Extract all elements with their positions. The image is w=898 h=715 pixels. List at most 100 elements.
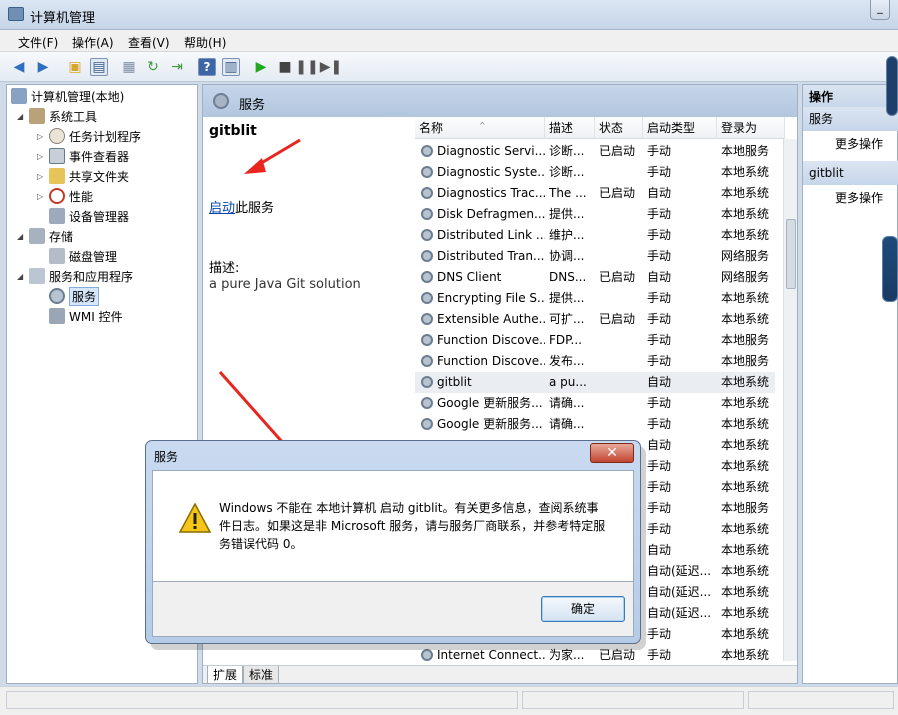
- expand-icon[interactable]: ▷: [37, 152, 47, 161]
- shared-folder-icon: [49, 168, 65, 184]
- cell-start: 自动: [647, 375, 672, 389]
- actions-section-services[interactable]: 服务: [803, 107, 898, 131]
- tree-item-services[interactable]: 服务: [49, 286, 100, 306]
- actions-section-gitblit[interactable]: gitblit: [803, 161, 898, 185]
- cell-logon: 本地服务: [721, 501, 770, 515]
- cell-desc: 提供...: [549, 291, 585, 305]
- help-icon[interactable]: ?: [198, 58, 216, 76]
- actions-title: 操作: [803, 85, 898, 109]
- status-bar: [0, 686, 898, 715]
- collapse-icon[interactable]: ◢: [17, 272, 27, 281]
- dialog-close-button[interactable]: ✕: [590, 443, 634, 463]
- tree-item-services-apps[interactable]: ◢ 服务和应用程序: [17, 267, 133, 285]
- export-list-icon[interactable]: ⇥: [168, 58, 186, 76]
- tree-item-wmi[interactable]: WMI 控件: [49, 307, 123, 325]
- ok-button[interactable]: 确定: [541, 596, 625, 622]
- more-actions-services[interactable]: 更多操作: [835, 135, 883, 152]
- computer-management-icon: [8, 7, 24, 21]
- properties-icon[interactable]: ▦: [120, 58, 138, 76]
- start-service-link[interactable]: 启动: [209, 201, 235, 216]
- menu-view[interactable]: 查看(V): [128, 34, 170, 51]
- column-header-logon[interactable]: 登录为: [717, 117, 785, 139]
- table-row[interactable]: Diagnostic Servi... 诊断... 已启动 手动 本地服务: [415, 141, 775, 162]
- column-header-status[interactable]: 状态: [595, 117, 643, 139]
- show-hide-action-pane-icon[interactable]: ▥: [222, 58, 240, 76]
- tree-item-disk-management[interactable]: 磁盘管理: [49, 247, 117, 265]
- window-title: 计算机管理: [30, 11, 96, 26]
- column-header-startup-type[interactable]: 启动类型: [643, 117, 717, 139]
- pause-service-icon[interactable]: ❚❚: [295, 58, 318, 76]
- expand-icon[interactable]: ▷: [37, 132, 47, 141]
- table-row[interactable]: Diagnostics Trac... The ... 已启动 自动 本地系统: [415, 183, 775, 204]
- collapse-icon[interactable]: ◢: [17, 232, 27, 241]
- cell-desc: 发布...: [549, 354, 585, 368]
- cell-start: 手动: [647, 291, 672, 305]
- cell-name: Function Discove...: [437, 333, 545, 347]
- expand-icon[interactable]: ▷: [37, 172, 47, 181]
- description-text: a pure Java Git solution: [209, 277, 361, 292]
- table-row[interactable]: Diagnostic Syste... 诊断... 手动 本地系统: [415, 162, 775, 183]
- show-hide-tree-icon[interactable]: ▤: [90, 58, 108, 76]
- cell-logon: 本地服务: [721, 354, 770, 368]
- tab-standard[interactable]: 标准: [243, 666, 280, 684]
- column-header-description[interactable]: 描述: [545, 117, 595, 139]
- tree-item-task-scheduler[interactable]: ▷ 任务计划程序: [37, 127, 141, 145]
- table-row[interactable]: Distributed Tran... 协调... 手动 网络服务: [415, 246, 775, 267]
- menu-file[interactable]: 文件(F): [18, 34, 58, 51]
- column-header-name[interactable]: ^ 名称: [415, 117, 545, 139]
- error-dialog: 服务 ✕ Windows 不能在 本地计算机 启动 gitblit。有关更多信息…: [145, 440, 641, 644]
- dialog-body: Windows 不能在 本地计算机 启动 gitblit。有关更多信息，查阅系统…: [152, 470, 634, 582]
- tree-item-device-manager[interactable]: 设备管理器: [49, 207, 129, 225]
- more-actions-gitblit[interactable]: 更多操作: [835, 189, 883, 206]
- tree-item-event-viewer[interactable]: ▷ 事件查看器: [37, 147, 129, 165]
- list-header: ^ 名称 描述 状态 启动类型 登录为: [415, 117, 785, 139]
- cell-logon: 本地系统: [721, 312, 770, 326]
- table-row[interactable]: Function Discove... FDP... 手动 本地服务: [415, 330, 775, 351]
- performance-icon: [49, 188, 65, 204]
- cell-name: Diagnostic Servi...: [437, 144, 545, 158]
- restart-service-icon[interactable]: ▶❚: [320, 58, 343, 76]
- cell-name: Diagnostic Syste...: [437, 165, 545, 179]
- back-icon[interactable]: ◀: [10, 58, 28, 76]
- table-row[interactable]: Google 更新服务... 请确... 手动 本地系统: [415, 393, 775, 414]
- tree-item-root[interactable]: 计算机管理(本地): [11, 87, 124, 105]
- wmi-icon: [49, 308, 65, 324]
- stop-service-icon[interactable]: ■: [276, 58, 294, 76]
- cell-start: 自动(延迟...: [647, 564, 712, 578]
- up-folder-icon[interactable]: ▣: [66, 58, 84, 76]
- tree-item-system-tools[interactable]: ◢ 系统工具: [17, 107, 97, 125]
- table-row[interactable]: gitblit a pu... 自动 本地系统: [415, 372, 775, 393]
- start-service-icon[interactable]: ▶: [252, 58, 270, 76]
- expand-icon[interactable]: ▷: [37, 192, 47, 201]
- services-header: 服务: [203, 85, 797, 117]
- table-row[interactable]: Encrypting File S... 提供... 手动 本地系统: [415, 288, 775, 309]
- cell-logon: 本地系统: [721, 396, 770, 410]
- tab-extended[interactable]: 扩展: [207, 666, 244, 684]
- table-row[interactable]: DNS Client DNS... 已启动 自动 网络服务: [415, 267, 775, 288]
- table-row[interactable]: Google 更新服务... 请确... 手动 本地系统: [415, 414, 775, 435]
- cell-start: 手动: [647, 417, 672, 431]
- scrollbar-thumb[interactable]: [786, 219, 796, 289]
- refresh-icon[interactable]: ↻: [144, 58, 162, 76]
- collapse-icon[interactable]: ◢: [17, 112, 27, 121]
- tree-item-storage[interactable]: ◢ 存储: [17, 227, 73, 245]
- table-row[interactable]: Function Discove... 发布... 手动 本地服务: [415, 351, 775, 372]
- cell-start: 自动: [647, 438, 672, 452]
- minimize-button[interactable]: _: [870, 0, 890, 20]
- forward-icon[interactable]: ▶: [34, 58, 52, 76]
- table-row[interactable]: Distributed Link ... 维护... 手动 本地系统: [415, 225, 775, 246]
- menu-action[interactable]: 操作(A): [72, 34, 114, 51]
- cell-name: Diagnostics Trac...: [437, 186, 545, 200]
- vertical-scrollbar[interactable]: [783, 139, 797, 661]
- table-row[interactable]: Extensible Authe... 可扩... 已启动 手动 本地系统: [415, 309, 775, 330]
- cell-logon: 本地系统: [721, 165, 770, 179]
- table-row[interactable]: Disk Defragmen... 提供... 手动 本地系统: [415, 204, 775, 225]
- cell-logon: 本地服务: [721, 333, 770, 347]
- cell-logon: 网络服务: [721, 249, 770, 263]
- menu-help[interactable]: 帮助(H): [184, 34, 226, 51]
- tree-item-performance[interactable]: ▷ 性能: [37, 187, 93, 205]
- start-service-suffix: 此服务: [235, 201, 275, 216]
- tree-item-shared-folders[interactable]: ▷ 共享文件夹: [37, 167, 129, 185]
- cell-desc: 维护...: [549, 228, 585, 242]
- cell-name: Google 更新服务...: [437, 396, 543, 410]
